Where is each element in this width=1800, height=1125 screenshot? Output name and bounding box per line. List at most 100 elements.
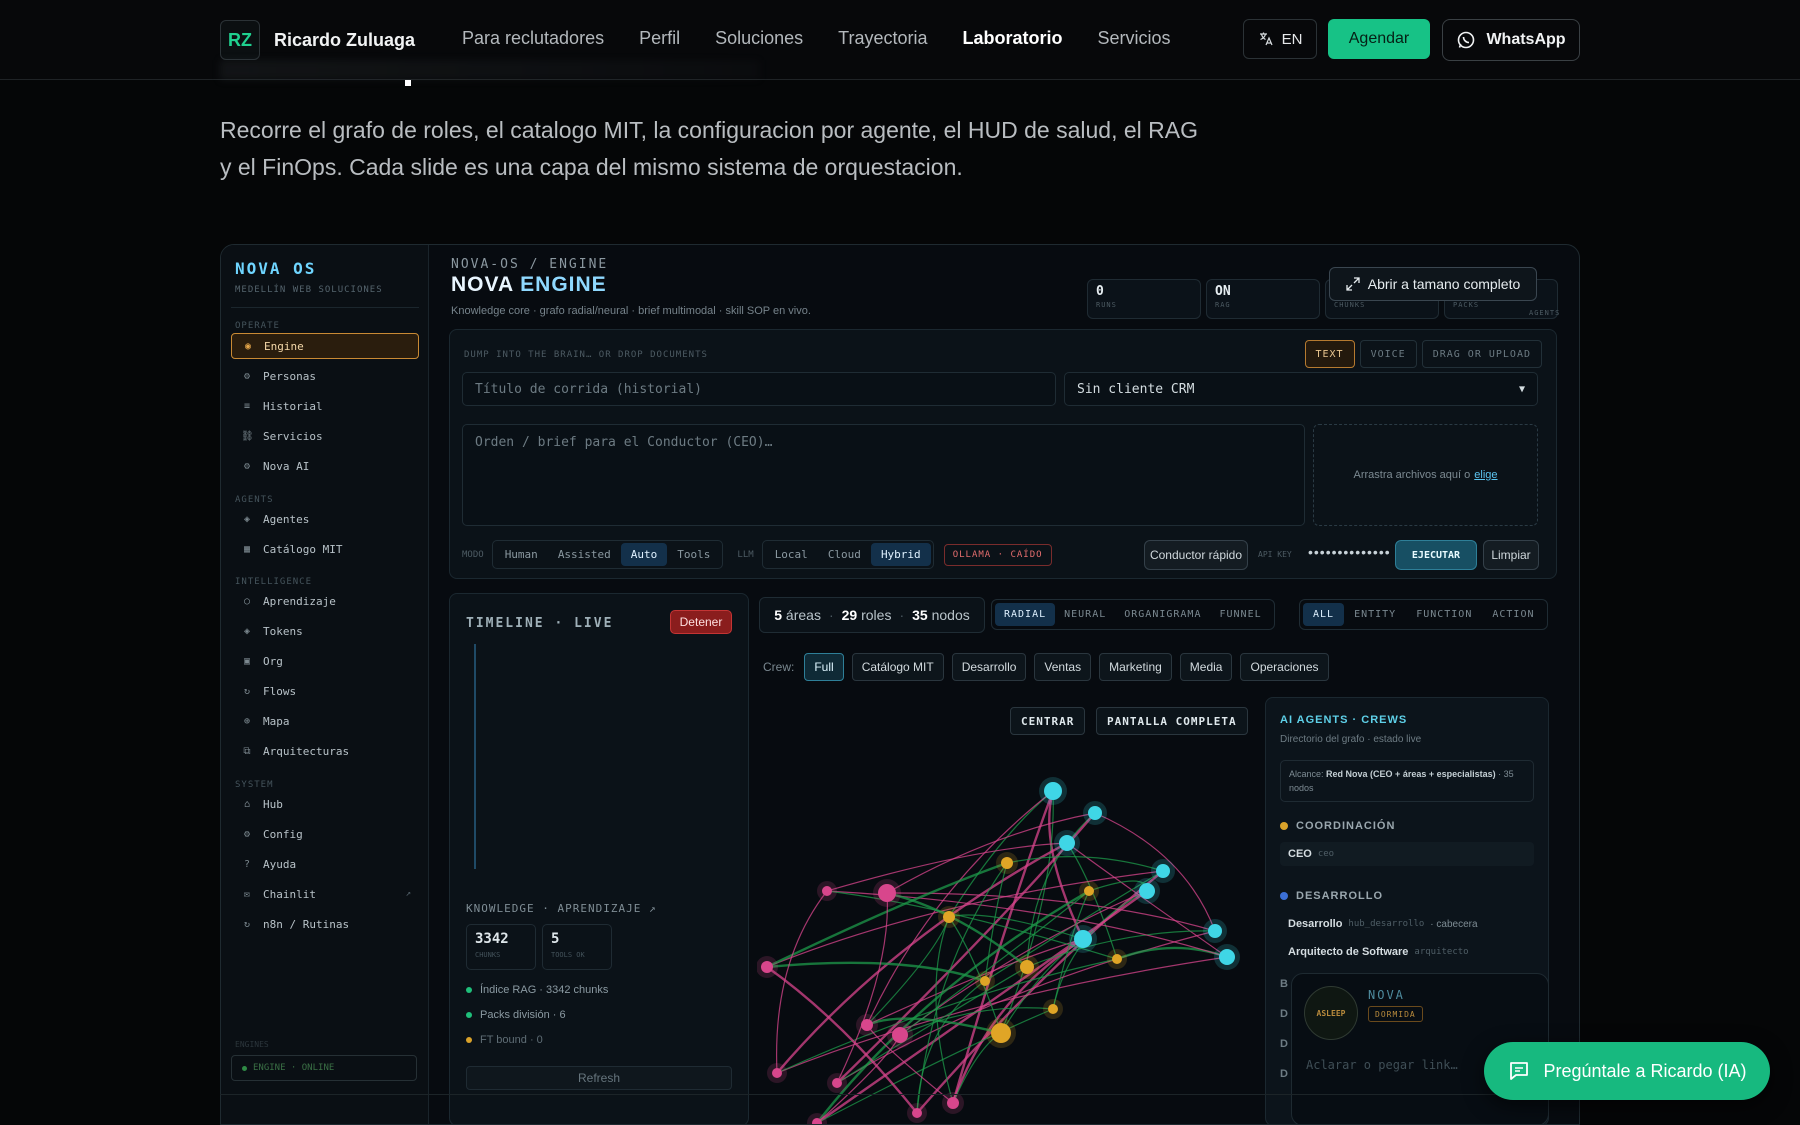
knowledge-title[interactable]: KNOWLEDGE · APRENDIZAJE ↗ xyxy=(466,902,657,915)
nav-laboratorio[interactable]: Laboratorio xyxy=(963,28,1063,49)
execute-button[interactable]: EJECUTAR xyxy=(1395,540,1477,570)
agent-graph[interactable]: CENTRAR PANTALLA COMPLETA xyxy=(757,693,1251,1125)
sidebar-item-nova-ai[interactable]: ⚙ Nova AI xyxy=(231,453,419,479)
role-ceo[interactable]: CEO ceo xyxy=(1280,842,1534,866)
fullscreen-button[interactable]: PANTALLA COMPLETA xyxy=(1096,707,1248,735)
mode-assisted[interactable]: Assisted xyxy=(548,543,621,566)
nav-soluciones[interactable]: Soluciones xyxy=(715,28,803,49)
tab-text[interactable]: TEXT xyxy=(1304,340,1355,368)
tab-drag-or-upload[interactable]: DRAG OR UPLOAD xyxy=(1421,340,1542,368)
graph-node[interactable] xyxy=(861,1019,873,1031)
role-arquitecto[interactable]: Arquitecto de Software arquitecto xyxy=(1280,940,1534,964)
graph-node[interactable] xyxy=(1088,806,1102,820)
tab-organigrama[interactable]: ORGANIGRAMA xyxy=(1115,603,1210,626)
sidebar-item-agentes[interactable]: ◈ Agentes xyxy=(231,506,419,532)
graph-node[interactable] xyxy=(1074,930,1092,948)
graph-node[interactable] xyxy=(1112,954,1122,964)
nav-para-reclutadores[interactable]: Para reclutadores xyxy=(462,28,604,49)
sidebar-item-personas[interactable]: ⚙ Personas xyxy=(231,363,419,389)
tab-voice[interactable]: VOICE xyxy=(1359,340,1417,368)
crew-catalogo-mit[interactable]: Catálogo MIT xyxy=(851,653,944,681)
tab-funnel[interactable]: FUNNEL xyxy=(1210,603,1270,626)
open-full-size-button[interactable]: Abrir a tamano completo xyxy=(1329,267,1537,301)
graph-node[interactable] xyxy=(1001,857,1013,869)
graph-node[interactable] xyxy=(761,961,773,973)
role-desarrollo[interactable]: Desarrollo hub_desarrollo · cabecera xyxy=(1280,912,1534,936)
graph-node[interactable] xyxy=(822,886,832,896)
graph-node[interactable] xyxy=(1219,949,1235,965)
crew-operaciones[interactable]: Operaciones xyxy=(1240,653,1329,681)
graph-node[interactable] xyxy=(892,1027,908,1043)
sidebar-item-catalogo-mit[interactable]: ▦ Catálogo MIT xyxy=(231,536,419,562)
nova-input[interactable]: Aclarar o pegar link… xyxy=(1306,1058,1458,1072)
sidebar-item-n8n-rutinas[interactable]: ↻ n8n / Rutinas xyxy=(231,911,419,937)
sidebar-item-flows[interactable]: ↻ Flows xyxy=(231,678,419,704)
ask-ricardo-ai-button[interactable]: Pregúntale a Ricardo (IA) xyxy=(1484,1042,1770,1100)
sidebar-item-chainlit[interactable]: ✉ Chainlit ↗ xyxy=(231,881,419,907)
nav-perfil[interactable]: Perfil xyxy=(639,28,680,49)
clear-button[interactable]: Limpiar xyxy=(1483,540,1539,570)
llm-cloud[interactable]: Cloud xyxy=(818,543,871,566)
sidebar-item-historial[interactable]: ≡ Historial xyxy=(231,393,419,419)
sidebar-item-engine[interactable]: ◉ Engine xyxy=(231,333,419,359)
filter-action[interactable]: ACTION xyxy=(1482,603,1544,626)
sidebar-item-config[interactable]: ⚙ Config xyxy=(231,821,419,847)
llm-local[interactable]: Local xyxy=(765,543,818,566)
graph-node[interactable] xyxy=(772,1068,782,1078)
filter-entity[interactable]: ENTITY xyxy=(1344,603,1406,626)
crew-full[interactable]: Full xyxy=(804,653,844,681)
stop-button[interactable]: Detener xyxy=(670,610,732,634)
crew-marketing[interactable]: Marketing xyxy=(1099,653,1172,681)
graph-node[interactable] xyxy=(1139,883,1155,899)
graph-node[interactable] xyxy=(832,1078,842,1088)
graph-node[interactable] xyxy=(912,1108,922,1118)
filter-function[interactable]: FUNCTION xyxy=(1406,603,1482,626)
sidebar-item-hub[interactable]: ⌂ Hub xyxy=(231,791,419,817)
graph-node[interactable] xyxy=(878,884,896,902)
mode-auto[interactable]: Auto xyxy=(620,543,668,566)
graph-node[interactable] xyxy=(947,1097,959,1109)
sidebar-item-ayuda[interactable]: ? Ayuda xyxy=(231,851,419,877)
nav-trayectoria[interactable]: Trayectoria xyxy=(838,28,927,49)
whatsapp-button[interactable]: WhatsApp xyxy=(1442,19,1580,61)
graph-node[interactable] xyxy=(943,911,955,923)
center-button[interactable]: CENTRAR xyxy=(1010,707,1086,735)
choose-files-link[interactable]: elige xyxy=(1474,469,1497,481)
sidebar-item-servicios[interactable]: ⛓ Servicios xyxy=(231,423,419,449)
file-drop-zone[interactable]: Arrastra archivos aquí o elige xyxy=(1313,424,1538,526)
tab-neural[interactable]: NEURAL xyxy=(1055,603,1115,626)
brief-textarea[interactable]: Orden / brief para el Conductor (CEO)… xyxy=(462,424,1305,526)
language-button[interactable]: EN xyxy=(1243,19,1317,59)
refresh-button[interactable]: Refresh xyxy=(466,1066,732,1090)
graph-node[interactable] xyxy=(1059,835,1075,851)
graph-node[interactable] xyxy=(1048,1004,1058,1014)
quick-conductor-button[interactable]: Conductor rápido xyxy=(1144,540,1248,570)
sidebar-item-arquitecturas[interactable]: ⧉ Arquitecturas xyxy=(231,738,419,764)
sidebar-item-mapa[interactable]: ⊕ Mapa xyxy=(231,708,419,734)
run-title-input[interactable]: Título de corrida (historial) xyxy=(462,372,1056,406)
crm-client-select[interactable]: Sin cliente CRM ▼ xyxy=(1064,372,1538,406)
graph-node[interactable] xyxy=(980,976,990,986)
brand[interactable]: RZ Ricardo Zuluaga xyxy=(220,20,415,60)
llm-hybrid[interactable]: Hybrid xyxy=(870,543,931,566)
agendar-button[interactable]: Agendar xyxy=(1328,19,1430,59)
agent-graph-canvas[interactable] xyxy=(757,693,1251,1125)
graph-node[interactable] xyxy=(1208,924,1222,938)
api-key-input[interactable]: •••••••••••••• xyxy=(1308,544,1391,560)
filter-all[interactable]: ALL xyxy=(1303,603,1345,626)
mode-tools[interactable]: Tools xyxy=(667,543,720,566)
graph-node[interactable] xyxy=(1020,960,1034,974)
graph-node[interactable] xyxy=(1156,864,1170,878)
sidebar-item-tokens[interactable]: ◈ Tokens xyxy=(231,618,419,644)
mode-human[interactable]: Human xyxy=(495,543,548,566)
graph-node[interactable] xyxy=(1084,886,1094,896)
graph-node[interactable] xyxy=(991,1023,1011,1043)
sidebar-item-org[interactable]: ▣ Org xyxy=(231,648,419,674)
nav-servicios[interactable]: Servicios xyxy=(1098,28,1171,49)
sidebar-item-aprendizaje[interactable]: ○ Aprendizaje xyxy=(231,588,419,614)
crew-desarrollo[interactable]: Desarrollo xyxy=(951,653,1027,681)
crew-media[interactable]: Media xyxy=(1179,653,1233,681)
graph-node[interactable] xyxy=(1044,782,1062,800)
tab-radial[interactable]: RADIAL xyxy=(995,603,1056,626)
crew-ventas[interactable]: Ventas xyxy=(1034,653,1092,681)
